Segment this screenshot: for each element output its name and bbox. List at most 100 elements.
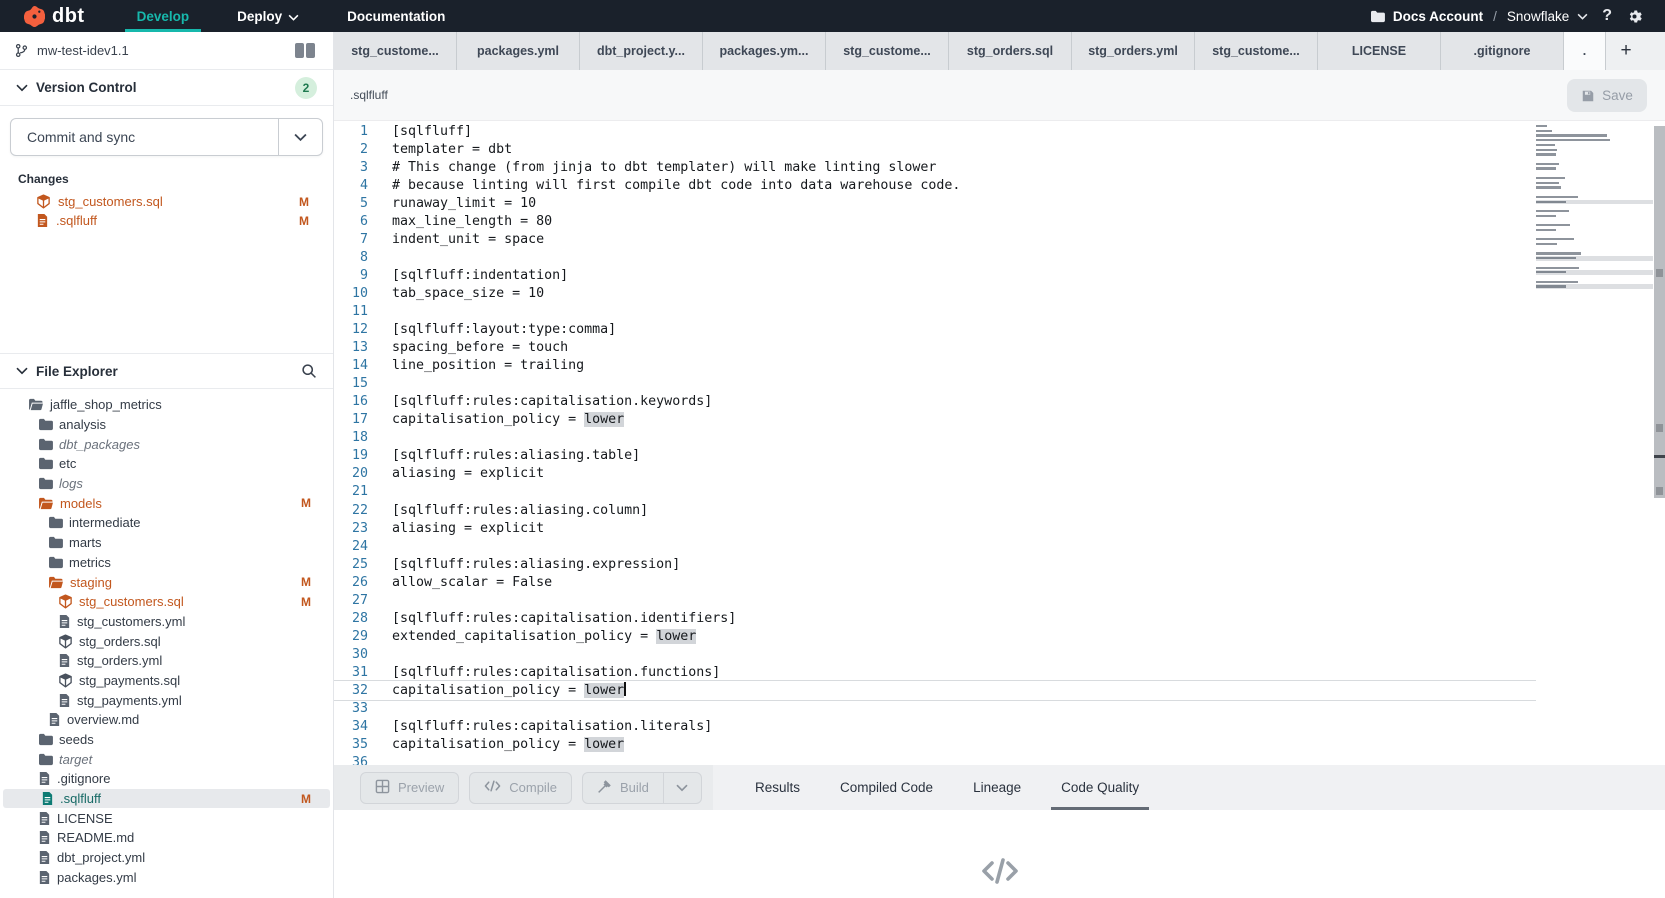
editor-tab[interactable]: stg_custome...	[826, 32, 949, 70]
code-editor[interactable]: 1[sqlfluff]2templater = dbt3# This chang…	[334, 120, 1665, 765]
build-options-caret[interactable]	[663, 773, 701, 803]
nav-item-develop[interactable]: Develop	[113, 0, 214, 32]
tree-item-stg-orders-yml[interactable]: stg_orders.yml	[0, 651, 333, 671]
tree-item-stg-payments-yml[interactable]: stg_payments.yml	[0, 690, 333, 710]
dbt-logo[interactable]: dbt	[0, 0, 113, 32]
commit-options-caret[interactable]	[278, 119, 322, 155]
compile-button[interactable]: Compile	[469, 772, 572, 804]
account-switcher[interactable]: Docs Account / Snowflake	[1370, 9, 1588, 24]
tree-item-etc[interactable]: etc	[0, 454, 333, 474]
tree-item-stg-customers-yml[interactable]: stg_customers.yml	[0, 612, 333, 632]
code-line: 30	[334, 645, 1536, 663]
gear-icon[interactable]	[1626, 8, 1643, 25]
tree-item-overview-md[interactable]: overview.md	[0, 710, 333, 730]
file-icon	[38, 850, 51, 865]
tree-item-target[interactable]: target	[0, 749, 333, 769]
changed-file-name: .sqlfluff	[56, 213, 97, 228]
editor-tab[interactable]: packages.ym...	[703, 32, 826, 70]
build-button[interactable]: Build	[583, 773, 663, 803]
tree-item-label: staging	[70, 575, 112, 590]
version-control-title: Version Control	[36, 80, 137, 95]
tree-item-analysis[interactable]: analysis	[0, 415, 333, 435]
code-line: 4# because linting will first compile db…	[334, 176, 1536, 194]
folder-icon	[38, 753, 53, 766]
editor-tab[interactable]: packages.yml	[457, 32, 580, 70]
tree-item--gitignore[interactable]: .gitignore	[0, 769, 333, 789]
scrollbar-thumb[interactable]	[1654, 126, 1665, 498]
file-icon	[58, 693, 71, 708]
tree-item-packages-yml[interactable]: packages.yml	[0, 868, 333, 888]
dbt-cloud-ide: dbt DevelopDeployDocumentation Docs Acco…	[0, 0, 1665, 898]
tab-code-quality[interactable]: Code Quality	[1041, 765, 1159, 810]
version-control-header[interactable]: Version Control 2	[0, 70, 333, 106]
tab-lineage[interactable]: Lineage	[953, 765, 1041, 810]
tree-item-intermediate[interactable]: intermediate	[0, 513, 333, 533]
code-line: 1[sqlfluff]	[334, 122, 1536, 140]
line-number: 3	[334, 160, 368, 175]
commit-and-sync-button[interactable]: Commit and sync	[10, 118, 323, 156]
line-number: 33	[334, 701, 368, 716]
tab-results[interactable]: Results	[735, 765, 820, 810]
dbt-logo-icon	[24, 6, 45, 27]
code-line: 31[sqlfluff:rules:capitalisation.functio…	[334, 663, 1536, 681]
new-tab-button[interactable]: +	[1606, 32, 1646, 70]
file-explorer-header[interactable]: File Explorer	[0, 353, 333, 389]
nav-right: Docs Account / Snowflake ?	[1370, 0, 1665, 32]
code-lines: 1[sqlfluff]2templater = dbt3# This chang…	[334, 122, 1536, 765]
search-match: lower	[584, 737, 624, 752]
save-button[interactable]: Save	[1567, 79, 1647, 112]
code-icon	[484, 780, 501, 795]
tree-item-marts[interactable]: marts	[0, 533, 333, 553]
line-content: aliasing = explicit	[392, 466, 544, 481]
help-icon[interactable]: ?	[1602, 7, 1612, 25]
line-number: 13	[334, 340, 368, 355]
nav-item-deploy[interactable]: Deploy	[213, 0, 323, 32]
nav-item-documentation[interactable]: Documentation	[323, 0, 469, 32]
tree-item-logs[interactable]: logs	[0, 474, 333, 494]
line-content: runaway_limit = 10	[392, 196, 536, 211]
editor-tab[interactable]: stg_custome...	[1195, 32, 1318, 70]
editor-tab[interactable]: stg_custome...	[334, 32, 457, 70]
model-cube-icon	[36, 194, 51, 209]
tree-item-seeds[interactable]: seeds	[0, 730, 333, 750]
code-line: 25[sqlfluff:rules:aliasing.expression]	[334, 555, 1536, 573]
panel-layout-icon[interactable]	[295, 43, 315, 58]
editor-tab[interactable]: LICENSE	[1318, 32, 1441, 70]
tree-item-readme-md[interactable]: README.md	[0, 828, 333, 848]
tree-item-label: logs	[59, 476, 83, 491]
editor-tab[interactable]: dbt_project.y...	[580, 32, 703, 70]
tree-item-stg-payments-sql[interactable]: stg_payments.sql	[0, 671, 333, 691]
changed-file-row[interactable]: .sqlfluffM	[10, 211, 323, 230]
minimap[interactable]	[1536, 124, 1653, 294]
tree-item-models[interactable]: modelsM	[0, 493, 333, 513]
code-line: 14line_position = trailing	[334, 357, 1536, 375]
file-tree: jaffle_shop_metricsanalysisdbt_packagese…	[0, 389, 333, 898]
editor-tab[interactable]: .	[1564, 32, 1606, 70]
tree-item-dbt-packages[interactable]: dbt_packages	[0, 434, 333, 454]
tree-item-dbt-project-yml[interactable]: dbt_project.yml	[0, 848, 333, 868]
branch-row[interactable]: mw-test-idev1.1	[0, 32, 333, 70]
code-line: 17capitalisation_policy = lower	[334, 411, 1536, 429]
editor-tab[interactable]: stg_orders.sql	[949, 32, 1072, 70]
changed-file-row[interactable]: stg_customers.sqlM	[10, 192, 323, 211]
editor-tab[interactable]: stg_orders.yml	[1072, 32, 1195, 70]
tree-item-label: README.md	[57, 830, 134, 845]
tree-item-metrics[interactable]: metrics	[0, 553, 333, 573]
tab-compiled-code[interactable]: Compiled Code	[820, 765, 953, 810]
tree-item-label: stg_orders.sql	[79, 634, 161, 649]
file-icon	[38, 830, 51, 845]
tree-item-staging[interactable]: stagingM	[0, 572, 333, 592]
current-filename: .sqlfluff	[350, 88, 388, 102]
preview-button[interactable]: Preview	[360, 772, 459, 804]
changes-list: stg_customers.sqlM.sqlfluffM	[10, 192, 323, 230]
editor-scrollbar[interactable]	[1653, 121, 1665, 765]
tree-item-jaffle-shop-metrics[interactable]: jaffle_shop_metrics	[0, 395, 333, 415]
tree-item-license[interactable]: LICENSE	[0, 808, 333, 828]
tree-item-stg-orders-sql[interactable]: stg_orders.sql	[0, 631, 333, 651]
tree-item--sqlfluff[interactable]: .sqlfluffM	[3, 789, 330, 809]
tree-item-stg-customers-sql[interactable]: stg_customers.sqlM	[0, 592, 333, 612]
editor-tab[interactable]: .gitignore	[1441, 32, 1564, 70]
tree-item-label: metrics	[69, 555, 111, 570]
search-icon[interactable]	[301, 363, 317, 379]
folder-icon	[48, 536, 63, 549]
